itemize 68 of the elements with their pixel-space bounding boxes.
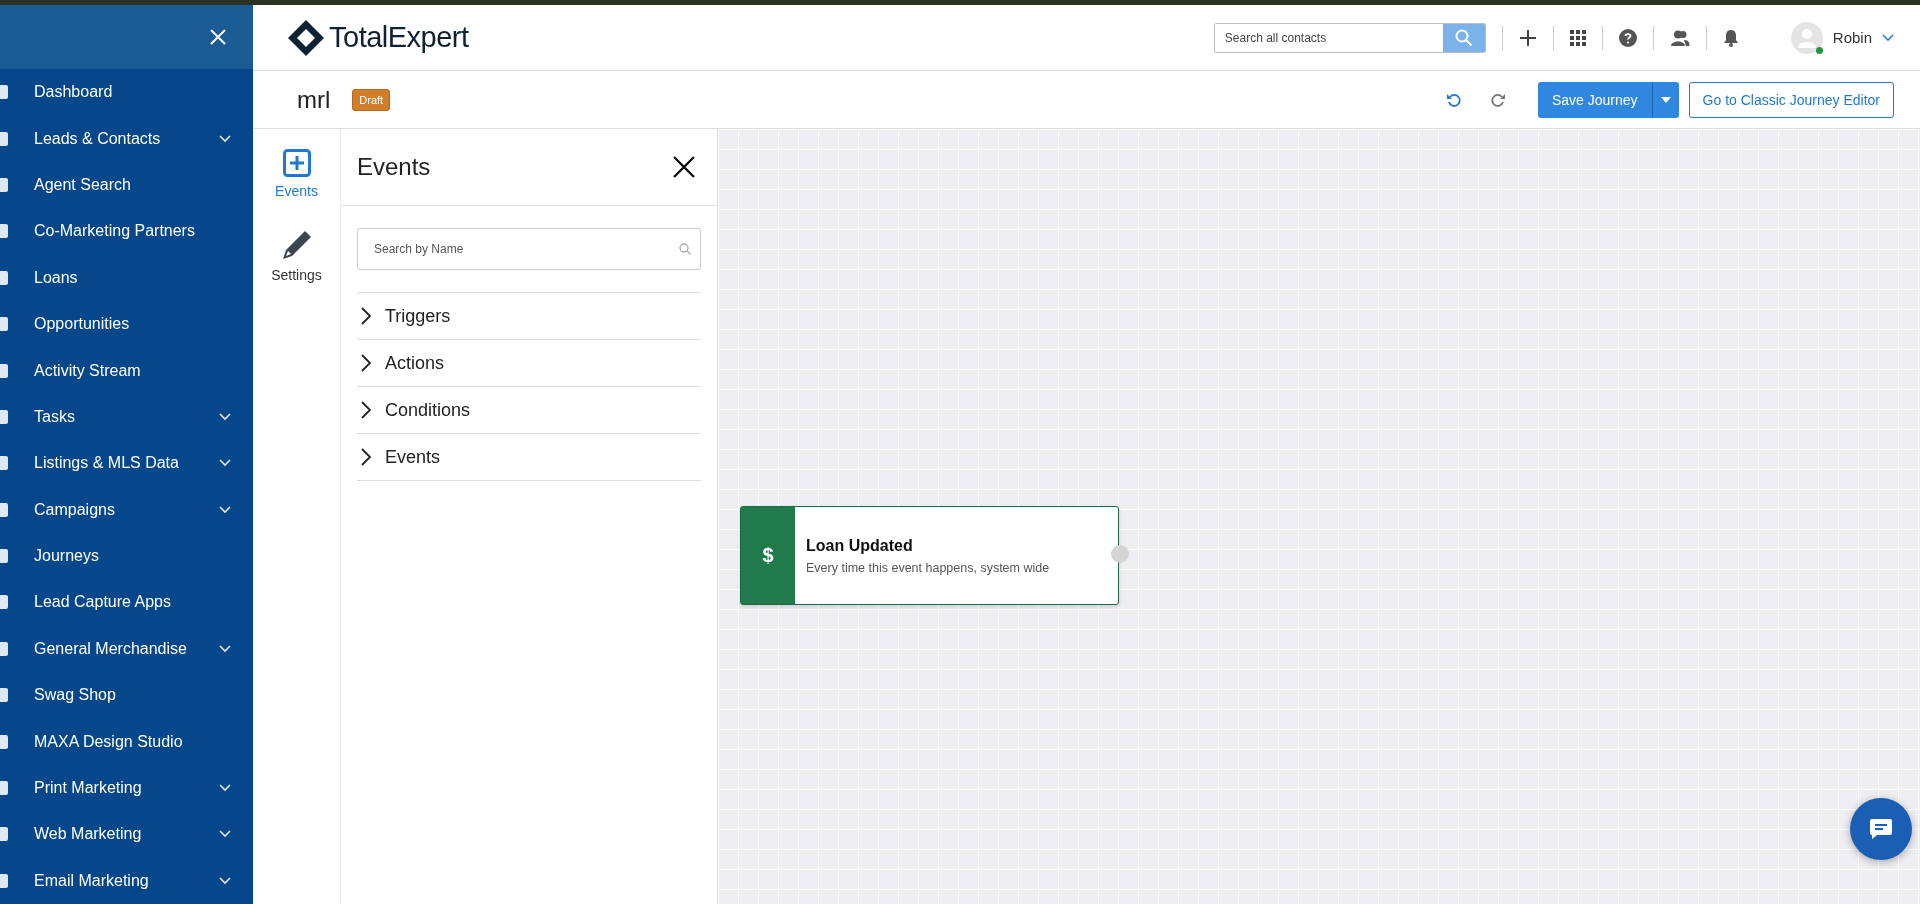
chevron-right-icon [361,307,371,325]
sidebar-item[interactable]: Web Marketing [0,811,253,858]
save-journey-button[interactable]: Save Journey [1538,81,1652,118]
search-icon [679,243,691,255]
chevron-down-icon [219,876,231,885]
sidebar-item[interactable]: Co-Marketing Partners [0,208,253,255]
caret-icon [1660,96,1671,103]
sidebar-item[interactable]: Journeys [0,532,253,580]
grid-icon[interactable] [1569,29,1586,46]
accordion-item[interactable]: Triggers [357,293,701,340]
undo-icon [1446,91,1462,108]
close-button[interactable] [671,154,697,180]
sidebar-item[interactable]: Lead Capture Apps [0,579,253,626]
accordion-item[interactable]: Events [357,434,701,481]
plus-square-icon [282,149,311,177]
accordion-item[interactable]: Actions [357,340,701,387]
sidebar-item[interactable]: Dashboard [0,69,253,116]
node-title: Loan Updated [806,536,914,555]
chat-bubble-icon [1869,818,1893,840]
sidebar-item[interactable]: Swag Shop [0,672,253,719]
sidebar-item[interactable]: Activity Stream [0,347,253,394]
chevron-down-icon [219,459,231,468]
journey-name: mrl [297,85,331,114]
help-icon[interactable] [1618,28,1637,47]
chevron-down-icon [219,784,231,793]
accordion-item[interactable]: Conditions [357,387,701,434]
chevron-down-icon [219,412,231,421]
search-field[interactable]: Search by Name [357,228,701,270]
sidebar-item[interactable]: Leads & Contacts [0,115,253,162]
sidebar-item[interactable]: Agent Search [0,161,253,209]
sidebar-item[interactable]: Print Marketing [0,764,253,812]
chevron-down-icon [219,134,231,143]
avatar-icon [1790,21,1823,54]
sidebar-item[interactable]: Loans [0,254,253,301]
dropdown-button[interactable] [1651,81,1679,118]
sidebar-item[interactable]: Campaigns [0,486,253,533]
classic-editor-button[interactable]: Go to Classic Journey Editor [1688,81,1894,118]
chevron-down-icon [219,644,231,653]
redo-icon [1490,91,1506,108]
chevron-right-icon [361,448,371,466]
rail-tab[interactable]: Events [275,149,318,199]
dollar-symbol: $ [741,507,795,604]
event-node[interactable]: $ Loan Updated Every time this event happens, system wide [740,506,1119,605]
chat-button[interactable] [1850,798,1912,860]
user-menu[interactable]: Robin [1790,21,1894,54]
chevron-down-icon [219,830,231,839]
chevron-right-icon [361,401,371,419]
logo-text: TotalExpert [329,21,469,54]
node-description: Every time this event happens, system wide [806,560,1050,575]
sidebar-item[interactable]: Listings & MLS Data [0,440,253,487]
sidebar-item[interactable]: General Merchandise [0,625,253,673]
plus-icon[interactable] [1518,28,1537,47]
search-icon [1454,28,1473,47]
diamond-logo-icon [287,18,325,57]
panel-title: Events [357,153,431,181]
pencil-icon [280,229,313,261]
users-icon[interactable] [1669,29,1690,46]
sidebar-item[interactable]: Tasks [0,393,253,441]
chevron-down-icon [219,505,231,514]
status-badge: Draft [352,88,391,111]
sidebar-item[interactable]: MAXA Design Studio [0,718,253,765]
bell-icon[interactable] [1722,28,1739,47]
sidebar-item[interactable]: Email Marketing [0,857,253,904]
sidebar-item[interactable]: Opportunities [0,300,253,348]
search-field[interactable]: Search all contacts [1213,22,1486,53]
chevron-down-icon [1882,33,1894,42]
chevron-right-icon [361,354,371,372]
rail-tab[interactable]: Settings [271,229,322,283]
